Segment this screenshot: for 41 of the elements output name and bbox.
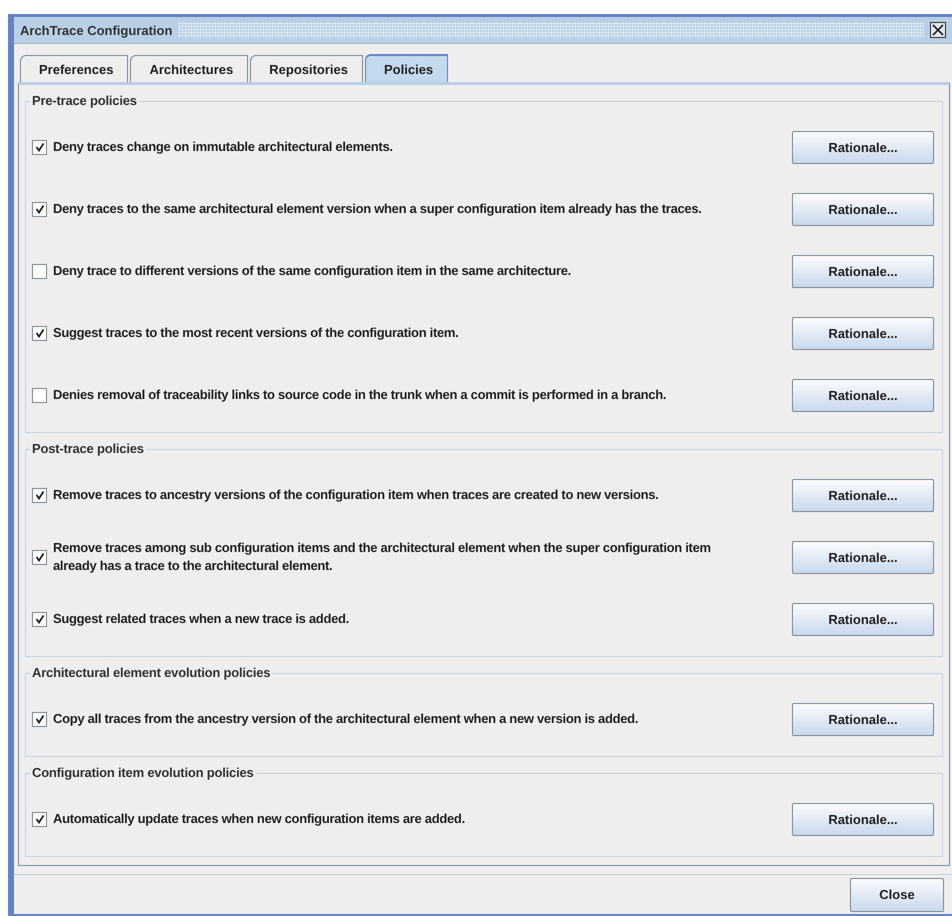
group-title: Configuration item evolution policies bbox=[30, 765, 256, 780]
close-icon[interactable] bbox=[930, 22, 946, 38]
checkbox[interactable] bbox=[32, 264, 47, 278]
policy-label: Deny traces to the same architectural element version when a super configuration item already has the traces. bbox=[53, 200, 703, 218]
checkbox[interactable] bbox=[32, 812, 47, 826]
group-title: Architectural element evolution policies bbox=[30, 665, 272, 680]
policy-label: Suggest traces to the most recent versions of the configuration item. bbox=[53, 324, 460, 342]
rationale-button[interactable]: Rationale... bbox=[792, 254, 934, 288]
checkbox[interactable] bbox=[32, 550, 47, 564]
policy-label: Remove traces to ancestry versions of the configuration item when traces are created to new versions. bbox=[53, 486, 660, 504]
policy-label: Automatically update traces when new configuration items are added. bbox=[53, 810, 466, 828]
checkbox[interactable] bbox=[32, 388, 47, 402]
rationale-button[interactable]: Rationale... bbox=[792, 130, 934, 164]
policy-label: Copy all traces from the ancestry version of the architectural element when a new version is added. bbox=[53, 710, 640, 728]
rationale-button[interactable]: Rationale... bbox=[792, 378, 934, 412]
policy-label: Remove traces among sub configuration items and the architectural element when the super configuration item already has a trace to the architectural element. bbox=[53, 539, 712, 575]
rationale-button[interactable]: Rationale... bbox=[792, 540, 934, 574]
group-title: Pre-trace policies bbox=[30, 93, 139, 108]
checkbox[interactable] bbox=[32, 488, 47, 502]
rationale-button[interactable]: Rationale... bbox=[792, 316, 934, 350]
rationale-button[interactable]: Rationale... bbox=[792, 802, 934, 836]
tab[interactable]: Repositories bbox=[250, 55, 364, 82]
tab[interactable]: Policies bbox=[365, 54, 448, 82]
rationale-button[interactable]: Rationale... bbox=[792, 478, 934, 512]
policy-label: Deny traces change on immutable architectural elements. bbox=[53, 138, 394, 156]
policy-label: Deny trace to different versions of the same configuration item in the same architecture. bbox=[53, 262, 572, 280]
tab[interactable]: Preferences bbox=[20, 55, 128, 82]
policy-label: Denies removal of traceability links to source code in the trunk when a commit is performed in a branch. bbox=[53, 386, 668, 404]
checkbox[interactable] bbox=[32, 202, 47, 216]
tab[interactable]: Architectures bbox=[130, 55, 248, 82]
group-title: Post-trace policies bbox=[30, 441, 146, 456]
rationale-button[interactable]: Rationale... bbox=[792, 702, 934, 736]
window-title: ArchTrace Configuration bbox=[20, 22, 172, 38]
checkbox[interactable] bbox=[32, 712, 47, 726]
checkbox[interactable] bbox=[32, 326, 47, 340]
rationale-button[interactable]: Rationale... bbox=[792, 192, 934, 226]
checkbox[interactable] bbox=[32, 612, 47, 626]
policy-label: Suggest related traces when a new trace is added. bbox=[53, 610, 350, 628]
close-button[interactable]: Close bbox=[850, 878, 944, 912]
rationale-button[interactable]: Rationale... bbox=[792, 602, 934, 636]
checkbox[interactable] bbox=[32, 140, 47, 154]
